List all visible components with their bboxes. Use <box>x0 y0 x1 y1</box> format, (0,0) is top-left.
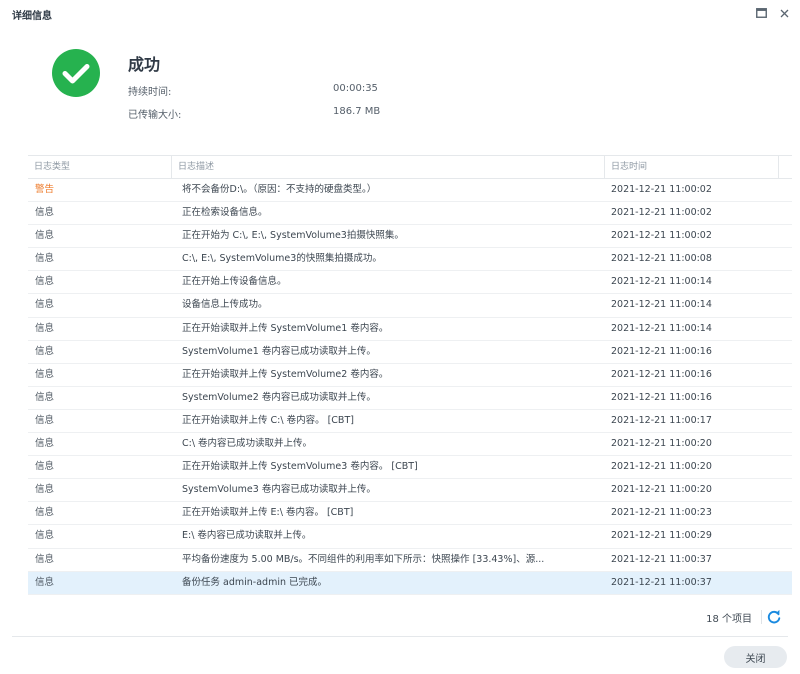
log-time-cell: 2021-12-21 11:00:20 <box>611 438 712 450</box>
table-row[interactable]: 信息 正在开始读取并上传 SystemVolume3 卷内容。 [CBT] 2021… <box>28 456 792 480</box>
size-label: 已传输大小: <box>128 110 182 121</box>
table-row[interactable]: 信息 C:\ 卷内容已成功读取并上传。 2021-12-21 11:00:20 <box>28 433 792 457</box>
log-description-cell: 正在开始读取并上传 C:\ 卷内容。 [CBT] <box>182 414 354 426</box>
log-type-cell: 信息 <box>35 253 55 265</box>
column-header-time[interactable]: 日志时间 <box>605 156 779 179</box>
footer-divider-line <box>12 636 788 637</box>
table-row[interactable]: 信息 正在开始读取并上传 SystemVolume2 卷内容。 2021-12-21… <box>28 364 792 387</box>
log-time-cell: 2021-12-21 11:00:14 <box>611 299 712 311</box>
log-type-cell: 信息 <box>35 530 55 542</box>
log-type-cell: 信息 <box>35 553 55 565</box>
table-row[interactable]: 信息 C:\, E:\, SystemVolume3的快照集拍摄成功。 2021-1… <box>28 248 792 272</box>
log-type-cell: 信息 <box>35 414 55 426</box>
footer-divider <box>761 610 762 624</box>
item-count: 18 个项目 <box>706 614 752 625</box>
details-window: 详细信息 成功 持续时间: 00:00:35 已传输大小: 186.7 MB 日… <box>0 0 800 674</box>
log-type-cell: 信息 <box>35 507 55 519</box>
log-time-cell: 2021-12-21 11:00:16 <box>611 391 712 403</box>
table-row[interactable]: 信息 SystemVolume2 卷内容已成功读取并上传。 2021-12-21 1… <box>28 387 792 410</box>
grid-header: 日志类型 日志描述 日志时间 <box>28 155 792 179</box>
table-row[interactable]: 信息 SystemVolume3 卷内容已成功读取并上传。 2021-12-21 1… <box>28 479 792 503</box>
close-icon[interactable] <box>775 4 793 22</box>
log-time-cell: 2021-12-21 11:00:16 <box>611 345 712 357</box>
log-time-cell: 2021-12-21 11:00:20 <box>611 461 712 473</box>
log-type-cell: 信息 <box>35 230 55 242</box>
log-description-cell: C:\, E:\, SystemVolume3的快照集拍摄成功。 <box>182 253 382 265</box>
summary-panel: 成功 持续时间: 00:00:35 已传输大小: 186.7 MB <box>0 28 800 138</box>
log-type-cell: 警告 <box>35 184 55 195</box>
log-description-cell: SystemVolume3 卷内容已成功读取并上传。 <box>182 484 376 496</box>
log-time-cell: 2021-12-21 11:00:17 <box>611 414 712 426</box>
log-description-cell: 正在开始读取并上传 E:\ 卷内容。 [CBT] <box>182 507 354 519</box>
log-type-cell: 信息 <box>35 345 55 357</box>
log-time-cell: 2021-12-21 11:00:14 <box>611 276 712 288</box>
log-time-cell: 2021-12-21 11:00:20 <box>611 484 712 496</box>
table-row[interactable]: 警告 将不会备份D:\。（原因：不支持的硬盘类型。） 2021-12-21 11:0… <box>28 179 792 203</box>
log-type-cell: 信息 <box>35 391 55 403</box>
table-row[interactable]: 信息 正在开始为 C:\, E:\, SystemVolume3拍摄快照集。 202… <box>28 225 792 249</box>
log-type-cell: 信息 <box>35 322 55 334</box>
table-row[interactable]: 信息 平均备份速度为 5.00 MB/s。不同组件的利用率如下所示：快照操作 [3… <box>28 549 792 572</box>
table-row[interactable]: 信息 正在开始读取并上传 C:\ 卷内容。 [CBT] 2021-12-21 11:… <box>28 410 792 434</box>
check-circle-icon <box>51 48 101 98</box>
log-description-cell: 正在开始为 C:\, E:\, SystemVolume3拍摄快照集。 <box>182 230 404 242</box>
log-grid: 日志类型 日志描述 日志时间 警告 将不会备份D:\。（原因：不支持的硬盘类型。）… <box>28 155 792 595</box>
duration-label: 持续时间: <box>128 87 172 98</box>
log-description-cell: 正在开始读取并上传 SystemVolume1 卷内容。 <box>182 322 389 334</box>
log-type-cell: 信息 <box>35 299 55 311</box>
log-time-cell: 2021-12-21 11:00:14 <box>611 322 712 334</box>
log-time-cell: 2021-12-21 11:00:37 <box>611 576 712 588</box>
log-description-cell: 将不会备份D:\。（原因：不支持的硬盘类型。） <box>182 184 377 195</box>
log-description-cell: 正在开始读取并上传 SystemVolume2 卷内容。 <box>182 368 389 380</box>
window-title: 详细信息 <box>12 11 52 22</box>
column-header-description[interactable]: 日志描述 <box>172 156 605 179</box>
log-type-cell: 信息 <box>35 207 55 219</box>
status-title: 成功 <box>128 55 161 74</box>
log-description-cell: C:\ 卷内容已成功读取并上传。 <box>182 438 313 450</box>
column-header-type[interactable]: 日志类型 <box>28 156 172 179</box>
log-time-cell: 2021-12-21 11:00:02 <box>611 207 712 219</box>
log-description-cell: SystemVolume1 卷内容已成功读取并上传。 <box>182 345 376 357</box>
table-row[interactable]: 信息 E:\ 卷内容已成功读取并上传。 2021-12-21 11:00:29 <box>28 525 792 549</box>
log-time-cell: 2021-12-21 11:00:23 <box>611 507 712 519</box>
log-type-cell: 信息 <box>35 461 55 473</box>
maximize-icon[interactable] <box>752 4 770 22</box>
log-type-cell: 信息 <box>35 368 55 380</box>
size-value: 186.7 MB <box>333 106 381 117</box>
table-row[interactable]: 信息 正在检索设备信息。 2021-12-21 11:00:02 <box>28 202 792 226</box>
table-row[interactable]: 信息 设备信息上传成功。 2021-12-21 11:00:14 <box>28 294 792 318</box>
log-type-cell: 信息 <box>35 576 55 588</box>
table-row[interactable]: 信息 正在开始上传设备信息。 2021-12-21 11:00:14 <box>28 271 792 295</box>
log-type-cell: 信息 <box>35 276 55 288</box>
log-time-cell: 2021-12-21 11:00:37 <box>611 553 712 565</box>
table-row[interactable]: 信息 正在开始读取并上传 E:\ 卷内容。 [CBT] 2021-12-21 11:… <box>28 502 792 526</box>
log-time-cell: 2021-12-21 11:00:29 <box>611 530 712 542</box>
log-type-cell: 信息 <box>35 484 55 496</box>
close-button[interactable]: 关闭 <box>724 646 787 668</box>
log-description-cell: 设备信息上传成功。 <box>182 299 268 311</box>
title-bar: 详细信息 <box>0 0 800 26</box>
duration-value: 00:00:35 <box>333 83 378 94</box>
log-description-cell: 平均备份速度为 5.00 MB/s。不同组件的利用率如下所示：快照操作 [33.… <box>182 553 545 565</box>
refresh-icon[interactable] <box>766 609 782 625</box>
table-row[interactable]: 信息 正在开始读取并上传 SystemVolume1 卷内容。 2021-12-21… <box>28 318 792 341</box>
grid-body: 警告 将不会备份D:\。（原因：不支持的硬盘类型。） 2021-12-21 11:0… <box>28 179 792 595</box>
log-description-cell: SystemVolume2 卷内容已成功读取并上传。 <box>182 391 376 403</box>
log-description-cell: 正在开始上传设备信息。 <box>182 276 287 288</box>
grid-footer: 18 个项目 <box>28 605 792 629</box>
log-time-cell: 2021-12-21 11:00:08 <box>611 253 712 265</box>
log-description-cell: 正在开始读取并上传 SystemVolume3 卷内容。 [CBT] <box>182 461 418 473</box>
log-time-cell: 2021-12-21 11:00:16 <box>611 368 712 380</box>
log-type-cell: 信息 <box>35 438 55 450</box>
log-description-cell: 正在检索设备信息。 <box>182 207 268 219</box>
log-time-cell: 2021-12-21 11:00:02 <box>611 184 712 195</box>
log-description-cell: E:\ 卷内容已成功读取并上传。 <box>182 530 312 542</box>
log-description-cell: 备份任务 admin-admin 已完成。 <box>182 576 328 588</box>
log-time-cell: 2021-12-21 11:00:02 <box>611 230 712 242</box>
table-row[interactable]: 信息 备份任务 admin-admin 已完成。 2021-12-21 11:00:… <box>28 571 792 595</box>
table-row[interactable]: 信息 SystemVolume1 卷内容已成功读取并上传。 2021-12-21 1… <box>28 341 792 364</box>
